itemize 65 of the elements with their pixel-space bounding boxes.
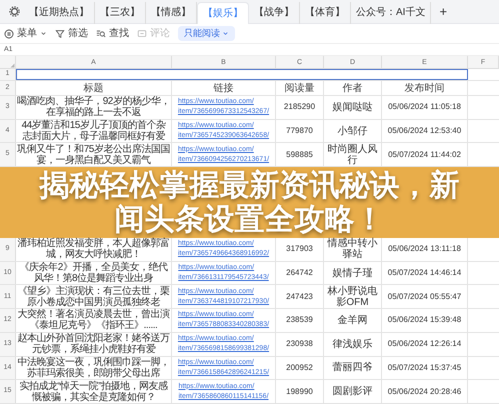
table-cell: 05/07/2024 15:37:45 bbox=[382, 356, 468, 380]
table-cell: 《庆余年2》开播，全员美女，绝代风华！第8位是舞蹈专业出身 bbox=[16, 262, 172, 284]
table-cell: 05/06/2024 15:39:48 bbox=[382, 309, 468, 332]
table-cell: 05/06/2024 13:11:18 bbox=[382, 238, 468, 261]
table-cell: 317903 bbox=[276, 238, 324, 261]
filter-icon bbox=[55, 28, 65, 38]
table-cell: 圆剧影评 bbox=[324, 380, 382, 403]
table-cell: 小邹仔 bbox=[324, 120, 382, 142]
table-cell: 实拍成龙“悼天一院”拍摄地，网友感慨被骗，其实全是克隆如何？ bbox=[16, 380, 172, 403]
table-cell: 05/06/2024 12:53:40 bbox=[382, 120, 468, 142]
sheet-tab[interactable]: 公众号：AI千文 bbox=[351, 2, 432, 24]
table-cell: 05/06/2024 20:28:46 bbox=[382, 380, 468, 403]
table-cell: 598885 bbox=[276, 143, 324, 166]
table-cell: 赵本山外孙首回沈阳老家！姥爷送万元钞票，系绳挂小虎鞋好有爱 bbox=[16, 332, 172, 356]
sheet-tab[interactable]: 【近期热点】 bbox=[24, 2, 95, 24]
settings-icon[interactable] bbox=[8, 6, 20, 17]
table-cell: 05/07/2024 05:55:47 bbox=[382, 285, 468, 308]
table-cell: 大突然！著名演员凌晨去世，曾出演《泰坦尼克号》《指环王》...... bbox=[16, 309, 172, 332]
table-cell: 200952 bbox=[276, 356, 324, 380]
search-icon bbox=[96, 28, 106, 38]
sheet-tab[interactable]: 【娱乐】 bbox=[197, 2, 249, 24]
table-cell: 05/06/2024 12:26:14 bbox=[382, 332, 468, 356]
sheet-tab[interactable]: 【三农】 bbox=[95, 2, 146, 24]
column-title: 作者 bbox=[324, 81, 382, 95]
add-tab-button[interactable]: + bbox=[431, 5, 456, 18]
column-title: 发布时间 bbox=[382, 81, 468, 95]
table-cell: 779870 bbox=[276, 120, 324, 142]
table-cell: 中法晚宴这一夜，巩俐围巾踩一脚，苏菲玛索很美，郎朗带父母出席 bbox=[16, 356, 172, 380]
find-button[interactable]: 查找 bbox=[96, 26, 129, 41]
column-title: 阅读量 bbox=[276, 81, 324, 95]
table-cell: 金羊网 bbox=[324, 309, 382, 332]
table-cell: 蕾丽四爷 bbox=[324, 356, 382, 380]
table-cell: 264742 bbox=[276, 262, 324, 284]
menu-button[interactable]: 菜单 bbox=[4, 26, 47, 41]
table-cell: 230938 bbox=[276, 332, 324, 356]
caret-icon bbox=[40, 30, 47, 37]
table-cell: 《望乡》主演现状：有三位去世，栗原小卷成恋中国男演员孤独终老 bbox=[16, 285, 172, 308]
table-cell: 律浅娱乐 bbox=[324, 332, 382, 356]
table-cell: 情感中转小驿站 bbox=[324, 238, 382, 261]
table-cell: 198990 bbox=[276, 380, 324, 403]
table-cell: 娱闻哒哒 bbox=[324, 96, 382, 119]
table-cell: 2185290 bbox=[276, 96, 324, 119]
column-title: 标题 bbox=[16, 81, 172, 95]
table-cell: 238539 bbox=[276, 309, 324, 332]
table-cell: 247423 bbox=[276, 285, 324, 308]
column-title: 链接 bbox=[172, 81, 276, 95]
table-cell: 05/07/2024 11:44:02 bbox=[382, 143, 468, 166]
sheet-tab[interactable]: 【战争】 bbox=[249, 2, 300, 24]
caret-icon bbox=[222, 30, 229, 37]
table-cell: 05/06/2024 11:05:18 bbox=[382, 96, 468, 119]
table-cell: 时尚圈人风行 bbox=[324, 143, 382, 166]
table-cell: 娱情子瑾 bbox=[324, 262, 382, 284]
table-cell: 巩俐又牛了！和75岁老公出席法国国宴，一身黑白配又美又霸气 bbox=[16, 143, 172, 166]
table-cell: 喝酒吃肉、抽华子，92岁的杨少华，在享福的路上一去不返 bbox=[16, 96, 172, 119]
menu-icon bbox=[4, 28, 14, 38]
sheet-tab[interactable]: 【体育】 bbox=[300, 2, 351, 24]
comment-icon bbox=[137, 28, 147, 38]
table-cell: 林小野说电影OFM bbox=[324, 285, 382, 308]
filter-button[interactable]: 筛选 bbox=[55, 26, 88, 41]
read-only-dropdown[interactable]: 只能阅读 bbox=[178, 26, 235, 41]
table-cell: 44岁董洁和15岁儿子顶顶的首个杂志封面大片，母子温馨同框好有爱 bbox=[16, 120, 172, 142]
corner-icon bbox=[9, 62, 15, 68]
table-cell: 潘玮柏近照发福变胖，本人超像郭富城，网友大呼快减肥！ bbox=[16, 238, 172, 261]
table-cell: 05/07/2024 14:46:14 bbox=[382, 262, 468, 284]
banner-headline: 揭秘轻松掌握最新资讯秘诀，新闻头条设置全攻略！ bbox=[38, 168, 460, 237]
